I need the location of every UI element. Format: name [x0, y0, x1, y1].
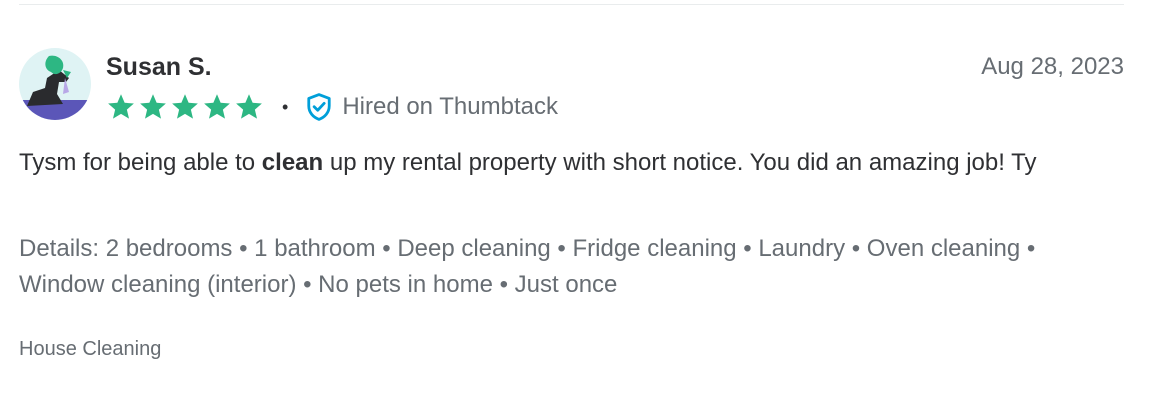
star-icon	[108, 94, 134, 119]
shield-check-icon	[307, 93, 331, 121]
star-icon	[172, 94, 198, 119]
review-highlight: clean	[261, 149, 324, 176]
hired-on-thumbtack-label: Hired on Thumbtack	[342, 93, 558, 120]
service-category: House Cleaning	[19, 338, 162, 360]
avatar	[19, 48, 91, 120]
review-text: Tysm for being able to clean up my renta…	[19, 145, 1099, 181]
review-card: Susan S. Aug 28, 2023 • Hired on Thumbta…	[0, 0, 1164, 405]
star-rating	[106, 92, 264, 122]
separator-dot: •	[282, 97, 289, 117]
review-text-end: up my rental property with short notice.…	[323, 149, 1037, 176]
rating-row: • Hired on Thumbtack	[106, 91, 558, 123]
person-silhouette-avatar-icon	[19, 48, 91, 120]
star-icon	[236, 94, 262, 119]
top-divider	[19, 4, 1124, 5]
review-text-start: Tysm for being able to	[19, 149, 262, 176]
reviewer-name: Susan S.	[106, 53, 212, 81]
star-icon	[204, 94, 230, 119]
job-details: Details: 2 bedrooms • 1 bathroom • Deep …	[19, 235, 1036, 298]
review-date: Aug 28, 2023	[981, 53, 1124, 80]
star-icon	[140, 94, 166, 119]
